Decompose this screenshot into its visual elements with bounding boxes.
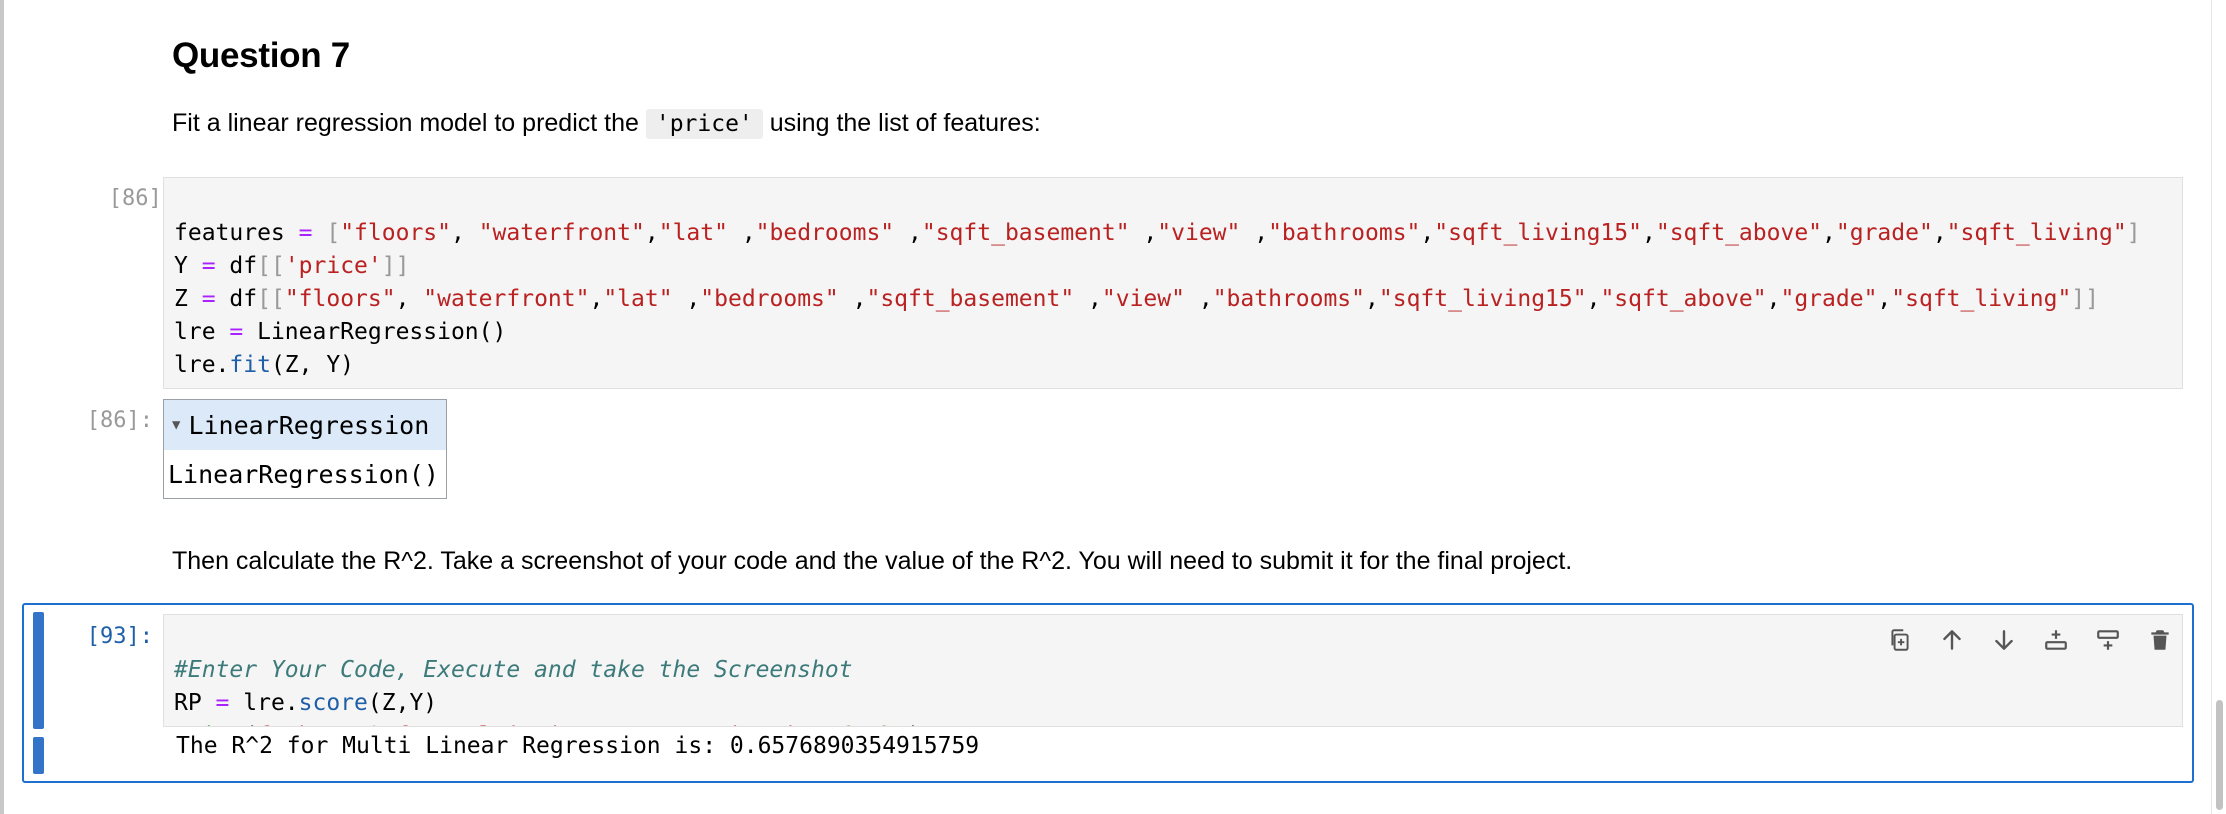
triangle-down-icon[interactable]: ▼ <box>172 417 180 433</box>
delete-icon[interactable] <box>2134 622 2186 658</box>
r2-instruction: Then calculate the R^2. Take a screensho… <box>172 547 1573 575</box>
cell-93-output: The R^2 for Multi Linear Regression is: … <box>176 733 980 759</box>
scrollbar-thumb[interactable] <box>2216 700 2223 810</box>
duplicate-icon[interactable] <box>1874 622 1926 658</box>
code-line: print(f'The R^2 for Multi Linear Regress… <box>174 720 2172 726</box>
move-up-icon[interactable] <box>1926 622 1978 658</box>
scrollbar[interactable] <box>2211 0 2226 814</box>
code-line: Z = df[["floors", "waterfront","lat" ,"b… <box>174 286 2099 312</box>
instruction-text-after: using the list of features: <box>762 109 1041 137</box>
widget-title: LinearRegression <box>188 410 430 440</box>
move-down-icon[interactable] <box>1978 622 2030 658</box>
code-line: RP = lre.score(Z,Y) <box>174 690 438 716</box>
question-heading: Question 7 <box>172 36 350 75</box>
insert-above-icon[interactable] <box>2030 622 2082 658</box>
widget-body: LinearRegression() <box>168 460 439 489</box>
output-collapser[interactable] <box>33 737 44 774</box>
code-line: Y = df[['price']] <box>174 253 410 279</box>
cell-86-output-prompt: [86]: <box>86 408 153 433</box>
instruction-text-before: Fit a linear regression model to predict… <box>172 109 646 137</box>
question-instruction: Fit a linear regression model to predict… <box>172 109 1041 139</box>
cell-toolbar <box>1874 622 2186 658</box>
code-line: #Enter Your Code, Execute and take the S… <box>174 657 853 683</box>
cell-86-code-editor[interactable]: features = ["floors", "waterfront","lat"… <box>163 177 2183 389</box>
code-line: lre = LinearRegression() <box>174 319 507 345</box>
code-line: lre.fit(Z, Y) <box>174 352 355 378</box>
left-gutter <box>0 0 4 814</box>
code-line: features = ["floors", "waterfront","lat"… <box>174 220 2141 246</box>
cell-93-input-prompt: [93]: <box>86 624 153 649</box>
inline-code-price: 'price' <box>645 109 763 139</box>
widget-header[interactable]: ▼ LinearRegression <box>164 400 446 450</box>
cell-86-input-prompt: [86]: <box>108 186 175 211</box>
insert-below-icon[interactable] <box>2082 622 2134 658</box>
linear-regression-widget: ▼ LinearRegression LinearRegression() <box>163 399 447 499</box>
